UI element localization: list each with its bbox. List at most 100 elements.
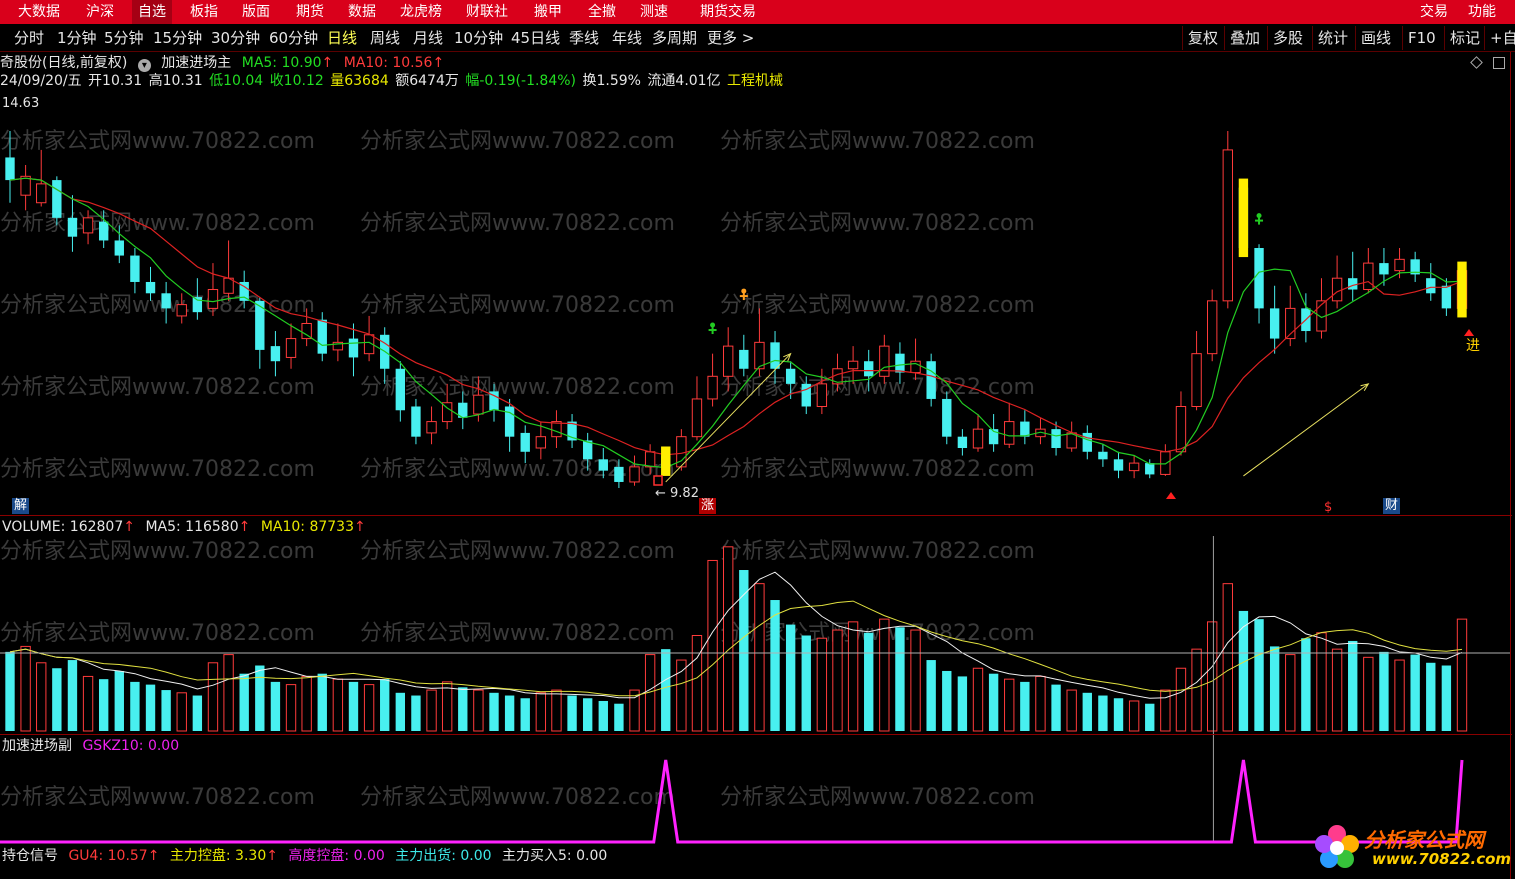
- position-signal-header: 持仓信号 GU4: 10.57↑ 主力控盘: 3.30↑ 高度控盘: 0.00 …: [2, 847, 613, 865]
- candle-body: [1394, 258, 1405, 272]
- watermark-text: 分析家公式网www.70822.com: [720, 785, 1035, 810]
- volume-bar: [551, 689, 562, 732]
- zlmr-value: 主力买入5: 0.00: [502, 848, 608, 864]
- candle-body: [551, 421, 562, 438]
- candle-body: [504, 406, 515, 437]
- buy-figure-icon-head: [1256, 213, 1262, 219]
- watermark-text: 分析家公式网www.70822.com: [720, 375, 1035, 400]
- candle-body: [1222, 149, 1233, 302]
- watermark-text: 分析家公式网www.70822.com: [360, 621, 675, 646]
- candle-body: [535, 436, 547, 449]
- candle-body: [1128, 462, 1140, 472]
- volume-bar: [816, 637, 828, 732]
- red-up-arrow-icon: [1166, 492, 1176, 499]
- volume-bar: [754, 583, 765, 732]
- candle-body: [5, 157, 15, 181]
- volume-bar: [114, 670, 124, 731]
- candle-body: [972, 428, 984, 449]
- volume-bar: [691, 635, 703, 732]
- candle-body: [207, 289, 219, 309]
- volume-bar: [20, 645, 31, 732]
- marker-jie[interactable]: 解: [12, 498, 30, 514]
- watermark-text: 分析家公式网www.70822.com: [360, 129, 675, 154]
- candle-body: [285, 338, 297, 358]
- volume-bar: [426, 689, 437, 732]
- volume-bar: [395, 692, 406, 731]
- candle-body: [785, 368, 796, 384]
- watermark-text: 分析家公式网www.70822.com: [360, 293, 675, 318]
- volume-bar: [972, 667, 984, 732]
- low-price-label: ← 9.82: [655, 486, 699, 501]
- volume-ma10: MA10: 87733: [260, 519, 354, 535]
- volume-ma5-up-arrow-icon: ↑: [238, 519, 251, 535]
- volume-bar: [1035, 675, 1046, 732]
- position-signal-name[interactable]: 持仓信号: [2, 848, 58, 864]
- candle-body: [473, 394, 484, 415]
- candle-body: [1441, 285, 1452, 309]
- marker-dollar[interactable]: $: [1324, 500, 1332, 516]
- candle-body: [895, 353, 905, 373]
- candle-body: [36, 183, 47, 204]
- volume-bar: [130, 681, 140, 731]
- candle-body: [1426, 278, 1436, 294]
- watermark-text: 分析家公式网www.70822.com: [0, 129, 315, 154]
- volume-bar: [5, 651, 15, 731]
- volume-bar: [1082, 692, 1092, 731]
- candle-body: [770, 342, 780, 369]
- volume-bar: [942, 670, 952, 731]
- volume-bar: [380, 679, 390, 731]
- volume-bar: [1191, 648, 1202, 732]
- candle-body: [1207, 300, 1218, 355]
- volume-bar: [1066, 689, 1077, 732]
- flower-logo-icon: [1315, 825, 1359, 868]
- zlch-value: 主力出货: 0.00: [395, 848, 492, 864]
- volume-bar: [239, 673, 249, 731]
- volume-bar: [707, 559, 718, 732]
- volume-bar: [520, 698, 530, 731]
- volume-bar: [1222, 583, 1233, 732]
- volume-bar: [1020, 681, 1030, 731]
- volume-bar: [192, 695, 203, 731]
- volume-bar: [36, 662, 47, 732]
- volume-bar: [441, 681, 453, 732]
- candle-body: [644, 451, 656, 468]
- volume-ma5: MA5: 116580: [145, 519, 239, 535]
- site-logo: 分析家公式网 www.70822.com: [1312, 820, 1512, 874]
- sub-indicator-name[interactable]: 加速进场副: [2, 738, 72, 754]
- candle-body: [98, 221, 109, 241]
- volume-bar: [1175, 667, 1187, 732]
- candle-body: [864, 361, 874, 377]
- candle-body: [1020, 421, 1030, 437]
- volume-bar: [847, 621, 859, 732]
- watermark-text: 分析家公式网www.70822.com: [720, 293, 1035, 318]
- sub-indicator-header: 加速进场副 GSKZ10: 0.00: [2, 737, 185, 755]
- volume-bar: [567, 695, 577, 731]
- volume-bar: [1316, 632, 1327, 732]
- watermark-text: 分析家公式网www.70822.com: [0, 785, 315, 810]
- volume-bar: [332, 678, 344, 732]
- volume-bar: [145, 684, 156, 731]
- kline-chart[interactable]: 分析家公式网www.70822.com 分析家公式网www.70822.com 分析…: [0, 0, 1515, 879]
- sell-figure-icon-head: [741, 288, 747, 294]
- volume-bar: [1441, 665, 1452, 731]
- volume-bar: [1363, 656, 1374, 732]
- candle-body: [1082, 432, 1092, 452]
- volume-bar: [1004, 678, 1015, 732]
- volume-bar: [926, 660, 936, 731]
- volume-bar: [801, 635, 811, 731]
- volume-bar: [879, 618, 890, 732]
- volume-bar: [1113, 698, 1124, 731]
- marker-zhang[interactable]: 涨: [699, 498, 717, 514]
- candle-body: [1145, 463, 1155, 475]
- volume-bar: [864, 632, 874, 731]
- logo-title: 分析家公式网: [1364, 828, 1484, 852]
- candle-body: [426, 421, 437, 434]
- candle-body: [879, 345, 890, 377]
- watermark-text: 分析家公式网www.70822.com: [0, 211, 315, 236]
- trend-arrow-line: [1243, 383, 1369, 477]
- volume-bar: [1456, 618, 1468, 732]
- volume-bar: [676, 659, 687, 732]
- marker-cai[interactable]: 财: [1383, 498, 1401, 514]
- volume-bar: [207, 662, 219, 732]
- gdkp-value: 高度控盘: 0.00: [288, 848, 385, 864]
